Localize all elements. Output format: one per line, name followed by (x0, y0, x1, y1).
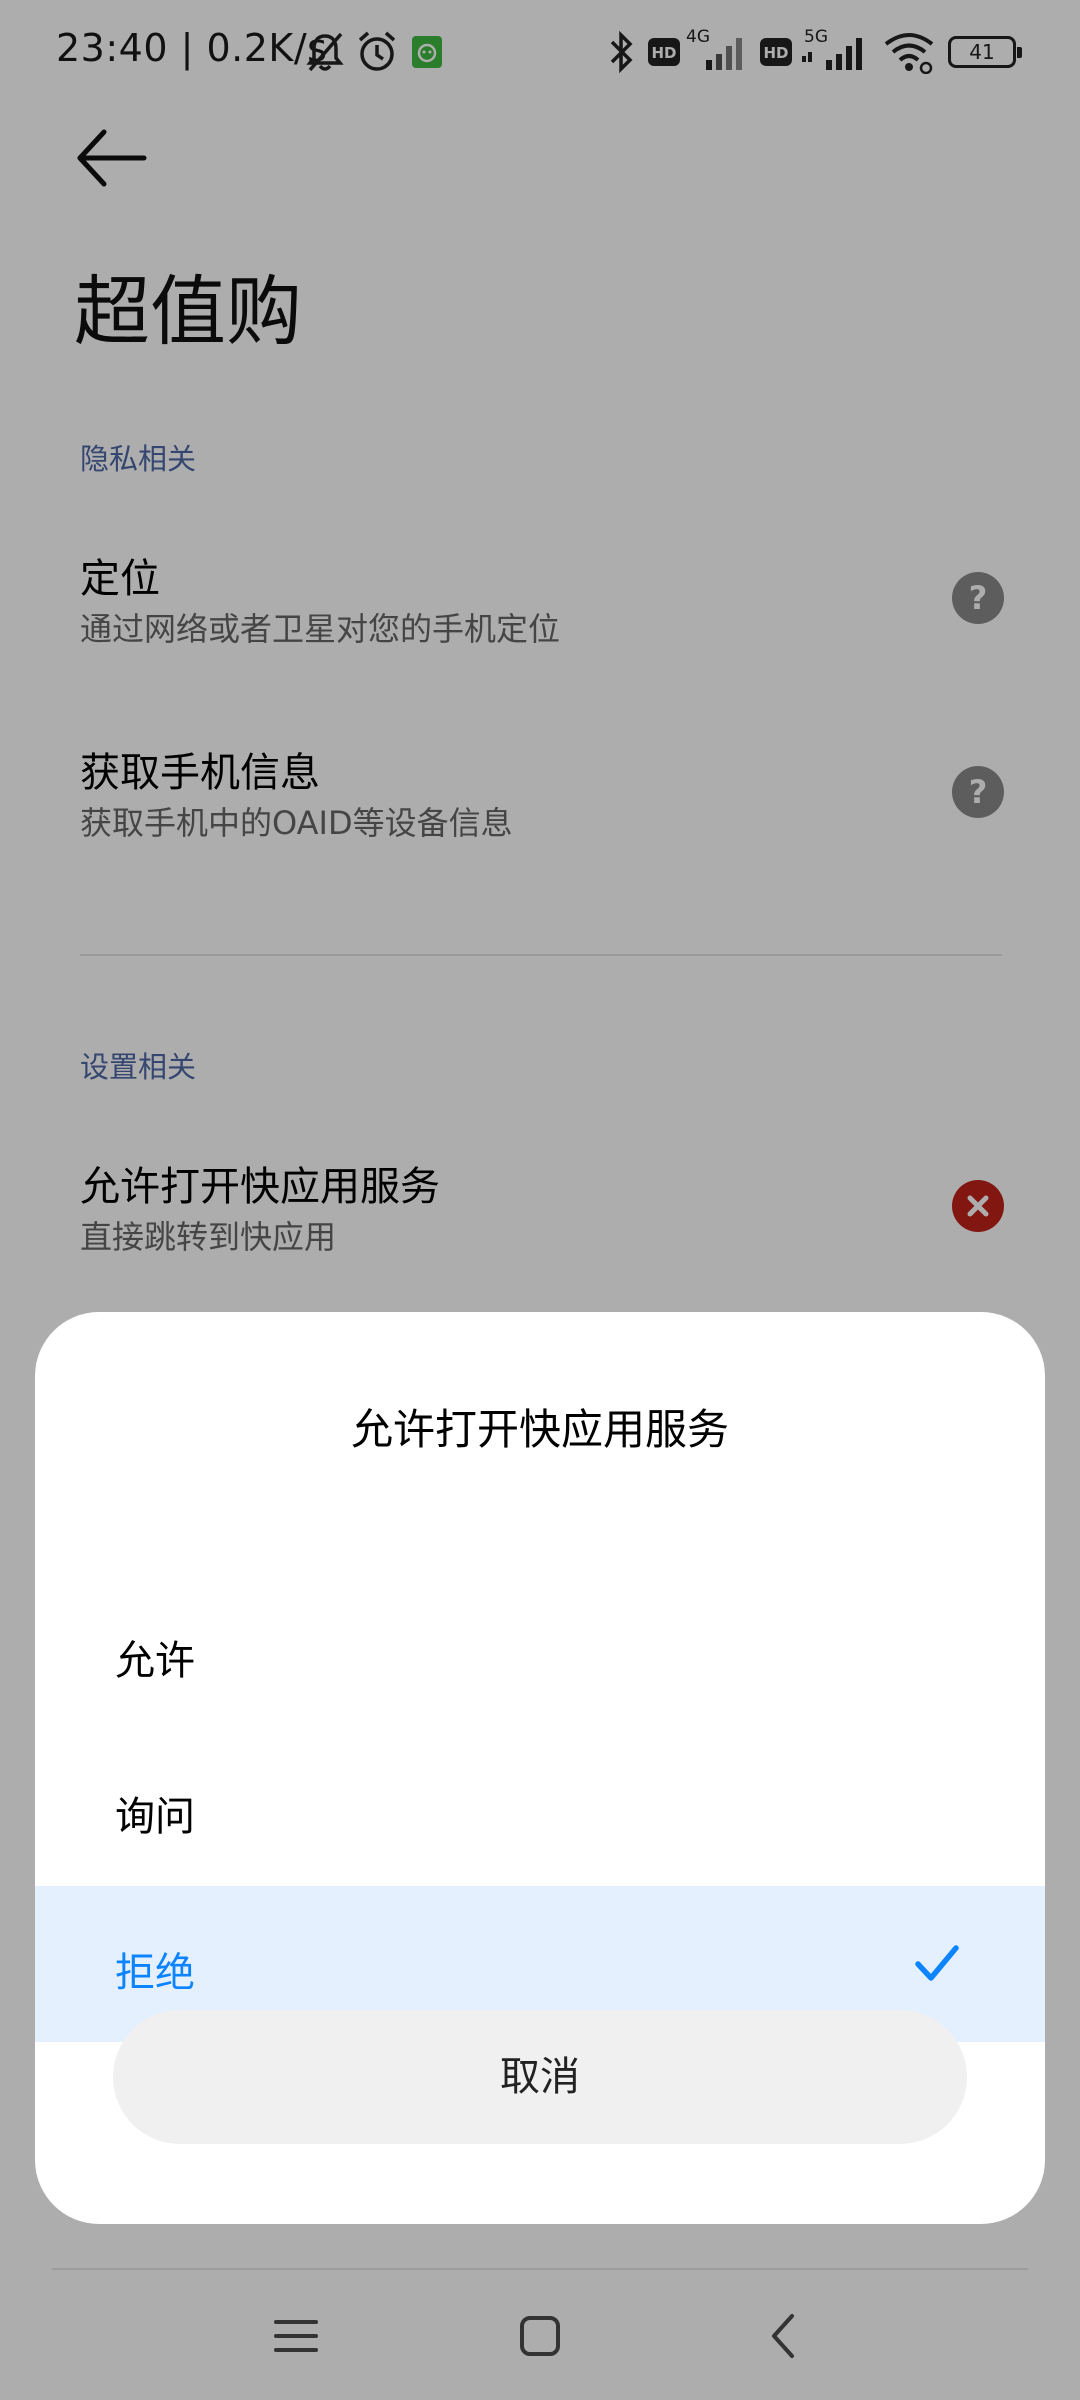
home-icon[interactable] (512, 2308, 568, 2364)
option-label: 拒绝 (115, 1950, 195, 1996)
option-label: 询问 (115, 1794, 195, 1840)
option-ask[interactable]: 询问 (35, 1730, 1045, 1886)
permission-dialog: 允许打开快应用服务 允许 询问 拒绝 取消 (35, 1312, 1045, 2224)
back-nav-icon[interactable] (756, 2308, 812, 2364)
nav-divider (52, 2268, 1028, 2270)
option-allow[interactable]: 允许 (35, 1574, 1045, 1730)
menu-icon[interactable] (268, 2308, 324, 2364)
dialog-title: 允许打开快应用服务 (350, 1405, 729, 1454)
navigation-bar (0, 2268, 1080, 2400)
checkmark-icon (915, 1945, 959, 1981)
cancel-button[interactable]: 取消 (113, 2010, 967, 2144)
option-label: 允许 (115, 1638, 195, 1684)
